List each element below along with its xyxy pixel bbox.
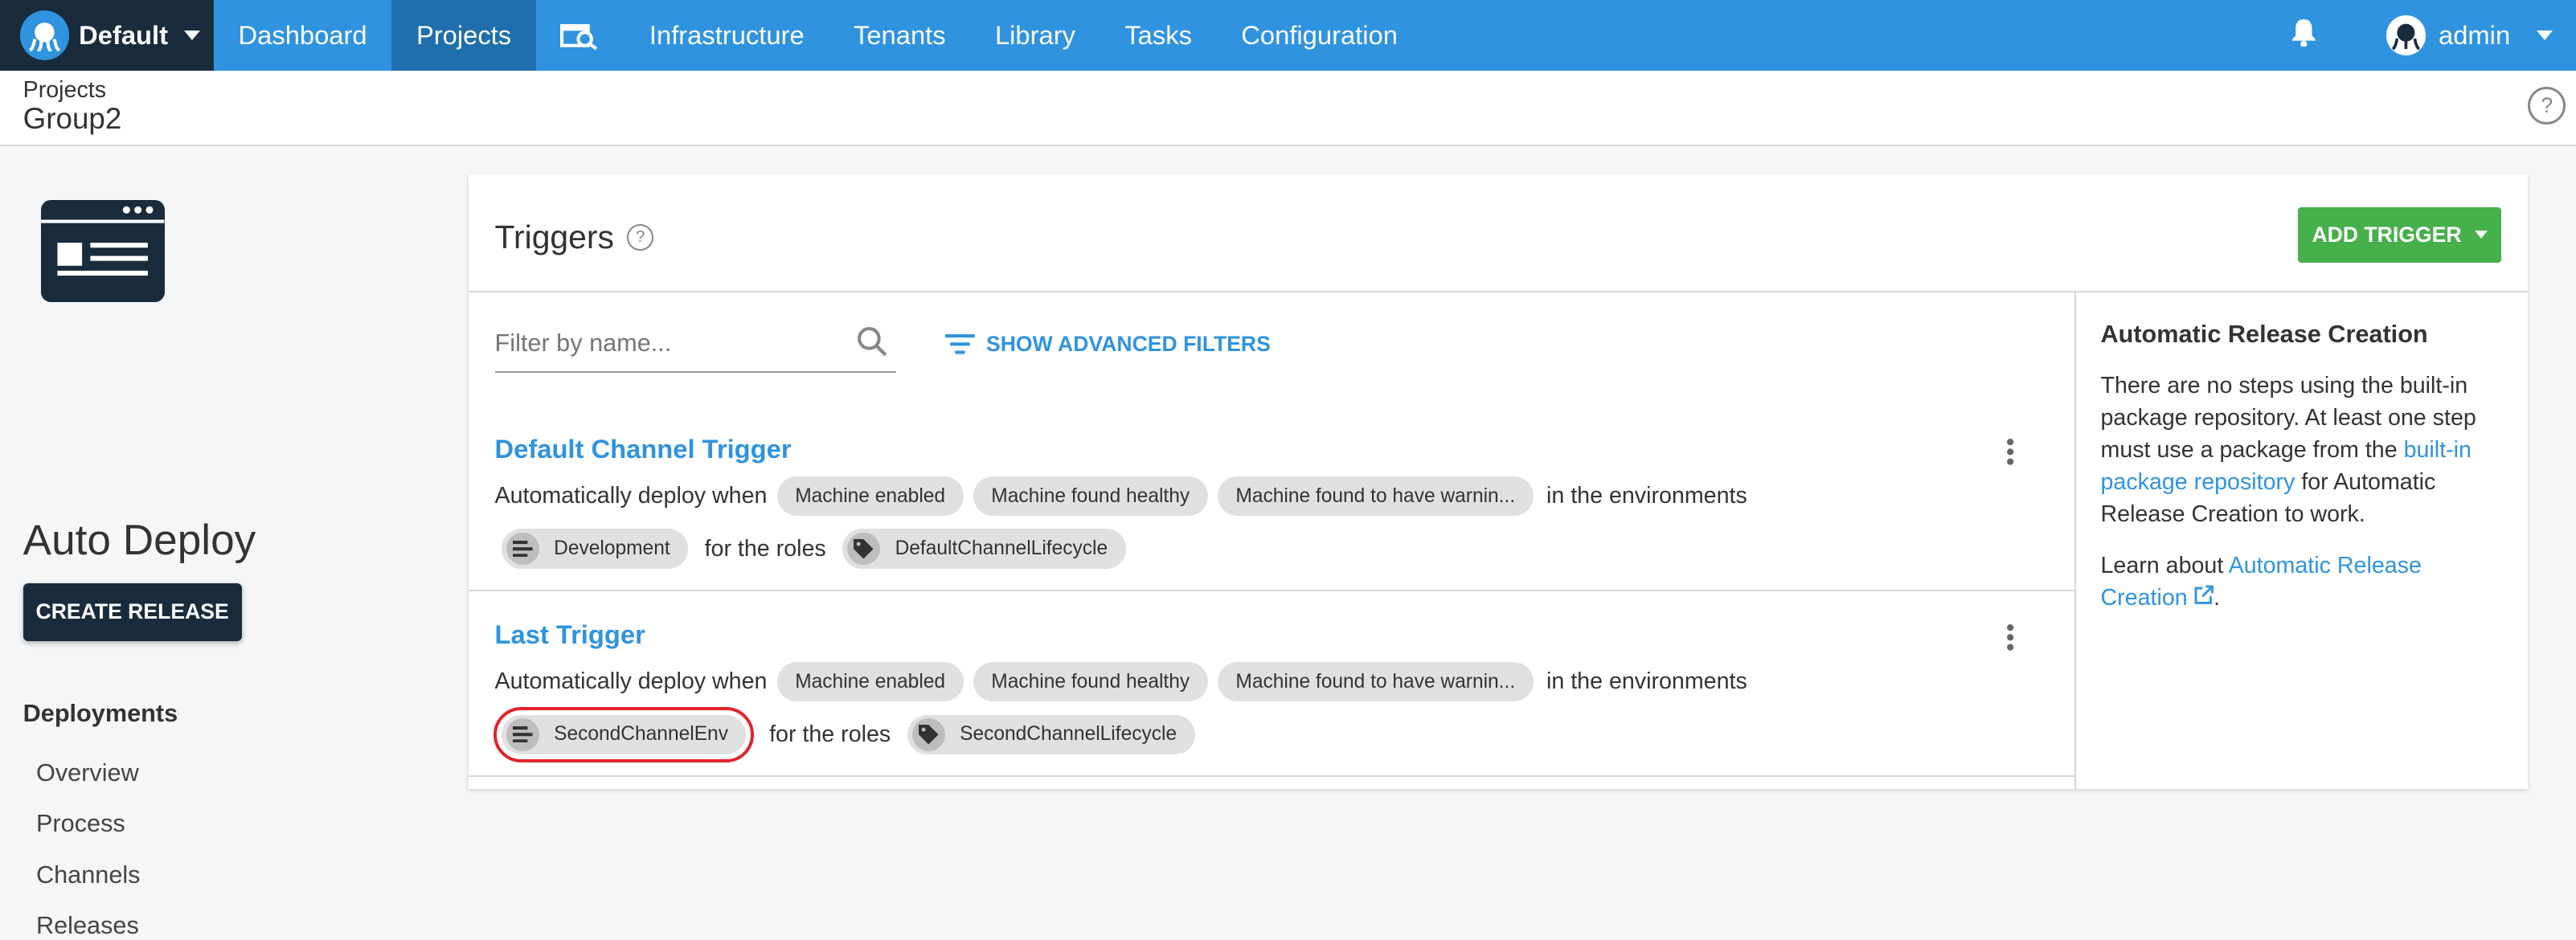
- environment-icon: [506, 532, 539, 566]
- more-options-icon[interactable]: [2005, 623, 2015, 660]
- environment-chip: SecondChannelEnv: [493, 706, 755, 762]
- event-chip: Machine enabled: [776, 662, 964, 702]
- nav-dashboard[interactable]: Dashboard: [214, 0, 391, 71]
- triggers-card: Triggers ? ADD TRIGGER SHOW ADVANCED FIL…: [468, 174, 2529, 789]
- event-chip: Machine enabled: [776, 476, 964, 517]
- event-chip: Machine found to have warnin...: [1217, 662, 1534, 702]
- project-sidebar: Auto Deploy CREATE RELEASE Deployments O…: [0, 148, 469, 939]
- roles-text: for the roles: [769, 721, 891, 747]
- add-trigger-button[interactable]: ADD TRIGGER: [2297, 206, 2502, 264]
- sidebar-item-process[interactable]: Process: [36, 810, 125, 838]
- chevron-down-icon: [184, 30, 201, 40]
- role-chip: DefaultChannelLifecycle: [842, 529, 1126, 569]
- filter-by-name-field: [494, 321, 896, 374]
- help-icon[interactable]: ?: [627, 224, 653, 251]
- nav-configuration[interactable]: Configuration: [1217, 0, 1423, 71]
- add-trigger-label: ADD TRIGGER: [2312, 222, 2462, 247]
- info-heading: Automatic Release Creation: [2100, 320, 2428, 348]
- environment-icon: [506, 717, 539, 751]
- bell-icon[interactable]: [2291, 18, 2317, 54]
- tag-icon: [847, 532, 881, 566]
- info-text: .: [2214, 584, 2221, 611]
- filter-icon: [944, 334, 975, 354]
- user-menu[interactable]: admin: [2386, 15, 2553, 55]
- nav-projects[interactable]: Projects: [391, 0, 536, 71]
- roles-text: for the roles: [704, 535, 826, 562]
- space-name: Default: [79, 19, 169, 50]
- role-chip: SecondChannelLifecycle: [907, 714, 1195, 754]
- trigger-condition-row: Automatically deploy when Machine enable…: [494, 662, 1747, 702]
- avatar: [2386, 15, 2426, 55]
- event-chip: Machine found to have warnin...: [1217, 476, 1534, 517]
- triggers-title-row: Triggers ?: [495, 219, 653, 256]
- role-name: DefaultChannelLifecycle: [895, 537, 1108, 559]
- environment-chip: Development: [501, 529, 689, 569]
- page-title: Group2: [23, 101, 122, 135]
- show-advanced-filters-button[interactable]: SHOW ADVANCED FILTERS: [944, 332, 1271, 357]
- trigger-prefix: Automatically deploy when: [494, 483, 768, 509]
- trigger-scope-row: Development for the roles DefaultChannel…: [495, 529, 1126, 569]
- env-text: in the environments: [1546, 668, 1747, 695]
- project-logo-icon: [41, 200, 165, 303]
- divider: [468, 590, 2074, 592]
- role-name: SecondChannelLifecycle: [960, 723, 1177, 746]
- info-text: Learn about: [2100, 553, 2229, 579]
- show-advanced-filters-label: SHOW ADVANCED FILTERS: [985, 332, 1271, 357]
- event-chip: Machine found healthy: [973, 662, 1208, 702]
- create-release-button[interactable]: CREATE RELEASE: [23, 582, 242, 641]
- nav-library[interactable]: Library: [970, 0, 1100, 71]
- more-options-icon[interactable]: [2005, 437, 2015, 474]
- page-header: Projects Group2 ?: [0, 70, 2576, 146]
- trigger-condition-row: Automatically deploy when Machine enable…: [494, 476, 1747, 517]
- nav-tenants[interactable]: Tenants: [829, 0, 970, 71]
- trigger-scope-row: SecondChannelEnv for the roles SecondCha…: [493, 706, 1195, 762]
- deployments-heading: Deployments: [23, 700, 178, 728]
- divider: [468, 775, 2074, 778]
- triggers-title: Triggers: [494, 218, 614, 255]
- learn-more-paragraph: Learn about Automatic Release Creation .: [2100, 550, 2495, 615]
- event-chip: Machine found healthy: [973, 476, 1208, 517]
- filter-input[interactable]: [494, 321, 824, 365]
- search-deployments-icon: [560, 23, 598, 50]
- sidebar-item-releases[interactable]: Releases: [36, 912, 139, 940]
- info-paragraph: There are no steps using the built-in pa…: [2100, 370, 2495, 530]
- top-navigation-bar: Default Dashboard Projects Infrastructur…: [0, 0, 2576, 71]
- env-text: in the environments: [1546, 483, 1747, 509]
- environment-name: Development: [554, 537, 670, 559]
- divider: [2074, 290, 2076, 789]
- help-icon[interactable]: ?: [2528, 87, 2566, 125]
- octopus-logo-icon: [19, 10, 69, 60]
- automatic-release-creation-panel: Automatic Release Creation There are no …: [2100, 319, 2495, 635]
- tag-icon: [911, 717, 945, 751]
- trigger-name-link[interactable]: Last Trigger: [495, 619, 645, 650]
- caret-down-icon: [2474, 231, 2488, 239]
- project-name: Auto Deploy: [23, 517, 256, 565]
- divider: [468, 290, 2529, 292]
- nav-tasks[interactable]: Tasks: [1100, 0, 1217, 71]
- chevron-down-icon: [2536, 30, 2553, 40]
- trigger-prefix: Automatically deploy when: [494, 668, 768, 695]
- trigger-name-link[interactable]: Default Channel Trigger: [495, 434, 792, 464]
- breadcrumb[interactable]: Projects: [23, 77, 106, 104]
- external-link-icon: [2194, 585, 2214, 605]
- environment-name: SecondChannelEnv: [554, 723, 728, 746]
- nav-search-deployments[interactable]: [536, 0, 625, 71]
- username: admin: [2439, 19, 2511, 50]
- search-icon[interactable]: [856, 325, 889, 365]
- sidebar-item-channels[interactable]: Channels: [36, 861, 141, 889]
- sidebar-item-overview[interactable]: Overview: [36, 759, 139, 787]
- space-switcher[interactable]: Default: [0, 0, 214, 71]
- nav-infrastructure[interactable]: Infrastructure: [625, 0, 829, 71]
